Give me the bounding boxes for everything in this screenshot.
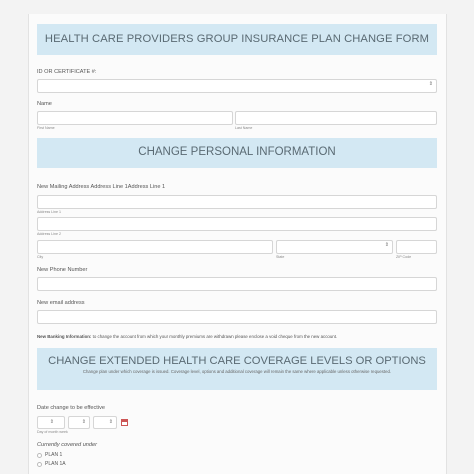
year-select[interactable]: ⇕ (93, 416, 117, 429)
select-arrows-icon: ⇕ (49, 419, 54, 425)
section-coverage-title: CHANGE EXTENDED HEALTH CARE COVERAGE LEV… (48, 355, 426, 367)
address-line2-sub: Address Line 2 (37, 232, 61, 236)
form-title: HEALTH CARE PROVIDERS GROUP INSURANCE PL… (37, 24, 437, 55)
address-line1-sub: Address Line 1 (37, 210, 61, 214)
first-name-input[interactable] (37, 111, 233, 125)
name-label: Name (37, 101, 52, 107)
banking-text: to change the account from which your mo… (91, 334, 338, 339)
city-sub: City (37, 255, 44, 259)
currently-covered-label: Currently covered under (37, 442, 98, 448)
address-line2-input[interactable] (37, 217, 437, 231)
banking-bold: New Banking Information: (37, 334, 92, 339)
calendar-icon[interactable] (121, 419, 128, 426)
section-personal-title: CHANGE PERSONAL INFORMATION (37, 138, 437, 168)
city-input[interactable] (37, 240, 273, 254)
plan1a-radio[interactable] (37, 462, 42, 467)
address-label: New Mailing Address Address Line 1Addres… (37, 184, 166, 190)
select-arrows-icon: ⇕ (384, 242, 389, 248)
id-label: ID OR CERTIFICATE #: (37, 69, 97, 75)
day-select[interactable]: ⇕ (37, 416, 65, 429)
select-arrows-icon: ⇕ (428, 81, 433, 87)
select-arrows-icon: ⇕ (108, 419, 113, 425)
month-select[interactable]: ⇕ (68, 416, 90, 429)
plan1-label: PLAN 1 (45, 452, 63, 458)
state-select[interactable]: ⇕ (276, 240, 393, 254)
plan1-radio[interactable] (37, 453, 42, 458)
zip-input[interactable] (396, 240, 437, 254)
id-select[interactable]: ⇕ (37, 79, 437, 93)
phone-label: New Phone Number (37, 267, 88, 273)
email-label: New email address (37, 300, 85, 306)
email-input[interactable] (37, 310, 437, 324)
date-sub: Day of month week (37, 430, 68, 434)
phone-input[interactable] (37, 277, 437, 291)
state-sub: State (276, 255, 285, 259)
select-arrows-icon: ⇕ (81, 419, 86, 425)
section-coverage-banner: CHANGE EXTENDED HEALTH CARE COVERAGE LEV… (37, 348, 437, 390)
first-name-sub: First Name (37, 126, 55, 130)
zip-sub: ZIP Code (396, 255, 412, 259)
banking-info: New Banking Information: to change the a… (37, 334, 337, 339)
last-name-sub: Last Name (235, 126, 253, 130)
form-page: HEALTH CARE PROVIDERS GROUP INSURANCE PL… (28, 14, 447, 474)
last-name-input[interactable] (235, 111, 437, 125)
plan1a-label: PLAN 1A (45, 461, 66, 467)
address-line1-input[interactable] (37, 195, 437, 209)
date-label: Date change to be effective (37, 405, 106, 411)
section-coverage-sub: Change plan under which coverage is issu… (82, 369, 392, 374)
